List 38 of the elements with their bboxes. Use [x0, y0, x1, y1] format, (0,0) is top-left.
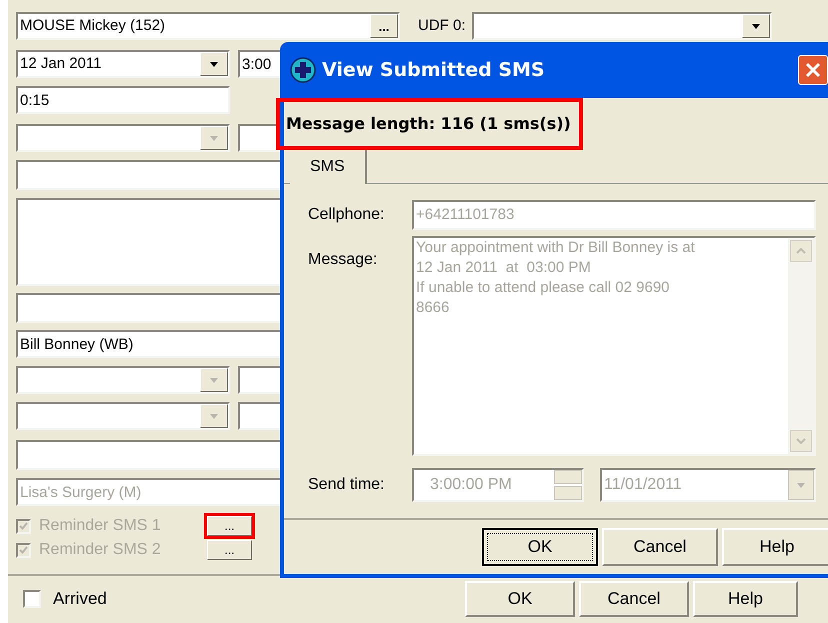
dropdown-field[interactable] [472, 12, 772, 40]
close-button[interactable] [798, 55, 828, 85]
tab[interactable]: SMS [290, 150, 367, 184]
message-line: If unable to attend please call 02 9690 [416, 278, 671, 298]
dialog-button[interactable]: Help [693, 581, 798, 617]
app-icon [290, 57, 316, 83]
message-line: Your appointment with Dr Bill Bonney is at [416, 238, 696, 258]
dropdown-field[interactable] [16, 124, 230, 152]
field-value: MOUSE Mickey (152) [20, 16, 166, 36]
message-line: 8666 [416, 298, 450, 318]
field-label: Send time: [308, 475, 386, 495]
dialog-button[interactable]: Cancel [579, 581, 689, 617]
field-label: Cellphone: [308, 205, 386, 225]
dialog-button[interactable]: Cancel [602, 528, 718, 566]
check-icon [19, 546, 28, 554]
caret-icon [210, 378, 218, 382]
dialog-title: View Submitted SMS [322, 58, 545, 83]
patient-field[interactable]: MOUSE Mickey (152) ... [16, 12, 400, 40]
caret-icon [210, 136, 218, 140]
dropdown-field[interactable] [16, 366, 230, 394]
dropdown-field[interactable]: 12 Jan 2011 [16, 50, 230, 78]
field-label: UDF 0: [418, 16, 466, 36]
message-line: 12 Jan 2011 at 03:00 PM [416, 258, 592, 278]
arrived-checkbox[interactable]: Arrived [23, 586, 107, 612]
caret-icon [752, 24, 760, 28]
message-length-text: Message length: 116 (1 sms(s)) [276, 98, 583, 150]
text-field[interactable]: 0:15 [16, 86, 230, 114]
dialog-button[interactable]: OK [482, 528, 598, 566]
check-icon [19, 522, 28, 530]
dialog-button[interactable]: Help [722, 528, 828, 566]
dialog-button[interactable]: OK [465, 581, 575, 617]
browse-button[interactable]: ... [370, 14, 398, 38]
caret-icon [210, 62, 218, 66]
field-label: Message: [308, 250, 378, 270]
caret-icon [210, 414, 218, 418]
dropdown-field[interactable] [16, 402, 230, 430]
close-icon [805, 62, 821, 78]
caret-icon [797, 482, 805, 488]
